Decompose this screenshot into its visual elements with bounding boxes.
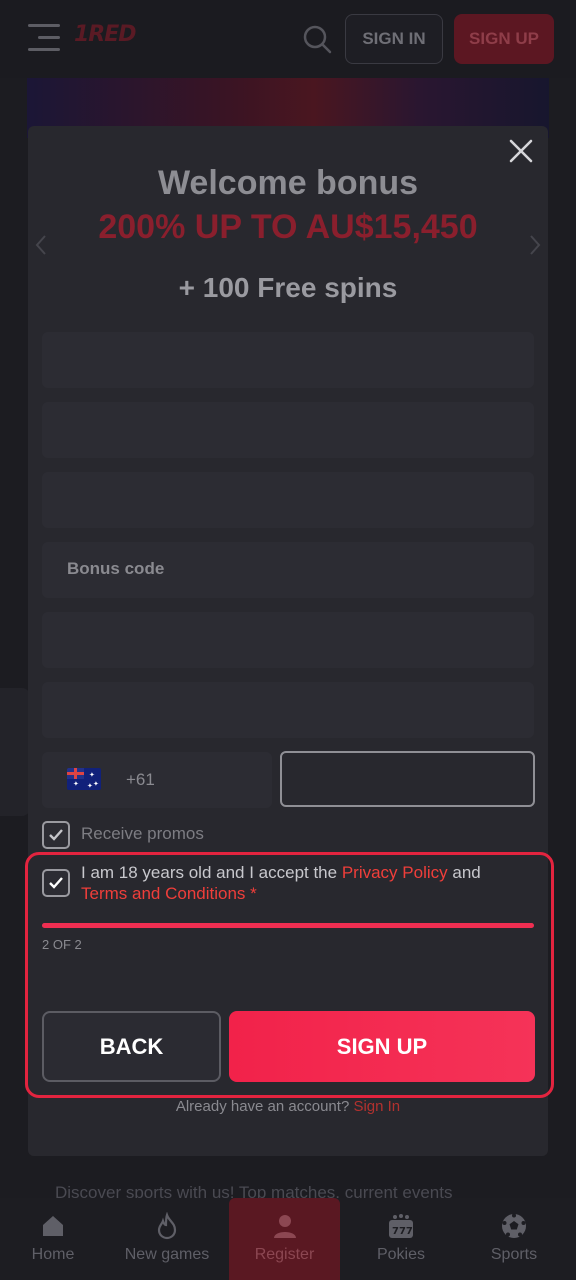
- form-field[interactable]: [42, 332, 534, 388]
- nav-new-games[interactable]: New games: [112, 1198, 222, 1280]
- top-bar: 1RED SIGN IN SIGN UP: [0, 0, 576, 78]
- phone-input[interactable]: [280, 751, 535, 807]
- australia-flag-icon: ✦ ✦ ✦ ✦: [67, 768, 101, 790]
- flame-icon: [157, 1212, 177, 1240]
- country-code-select[interactable]: ✦ ✦ ✦ ✦ +61: [42, 752, 272, 808]
- bonus-offer: 200% UP TO AU$15,450: [98, 208, 478, 246]
- nav-label: New games: [124, 1246, 210, 1263]
- progress-fill: [42, 923, 534, 928]
- form-field[interactable]: [42, 682, 534, 738]
- checkmark-icon: [49, 877, 63, 889]
- bonus-code-label: Bonus code: [67, 559, 165, 578]
- nav-label: Sports: [490, 1246, 538, 1263]
- privacy-policy-link[interactable]: Privacy Policy: [342, 863, 448, 882]
- soccer-ball-icon: [502, 1213, 526, 1238]
- nav-label: Pokies: [376, 1246, 426, 1263]
- dial-code: +61: [126, 770, 155, 789]
- nav-sports[interactable]: Sports: [470, 1198, 558, 1280]
- menu-icon[interactable]: [28, 24, 60, 52]
- checkmark-icon: [49, 829, 63, 841]
- signin-prompt-text: Already have an account?: [175, 1098, 354, 1115]
- back-button[interactable]: BACK: [42, 1011, 221, 1082]
- terms-checkbox[interactable]: [42, 869, 70, 897]
- chevron-left-icon[interactable]: [34, 234, 48, 256]
- modal-title: Welcome bonus: [157, 164, 419, 202]
- terms-and: and: [447, 863, 481, 882]
- nav-label: Register: [254, 1246, 315, 1263]
- signin-link[interactable]: Sign In: [353, 1098, 400, 1115]
- progress-bar: [42, 923, 534, 928]
- chevron-right-icon[interactable]: [528, 234, 542, 256]
- logo[interactable]: 1RED: [74, 22, 137, 47]
- svg-text:777: 777: [392, 1226, 413, 1237]
- nav-label: Home: [31, 1246, 75, 1263]
- terms-text: I am 18 years old and I accept the Priva…: [81, 862, 531, 904]
- bonus-code-input[interactable]: Bonus code: [42, 542, 534, 598]
- search-icon[interactable]: [302, 24, 332, 54]
- page: 1RED SIGN IN SIGN UP Welcome bonus 200% …: [0, 0, 576, 1280]
- promos-label: Receive promos: [81, 824, 204, 843]
- terms-prefix: I am 18 years old and I accept the: [81, 863, 342, 882]
- required-mark: *: [245, 884, 257, 903]
- user-icon: [273, 1215, 296, 1238]
- header-signup-button[interactable]: SIGN UP: [454, 14, 554, 64]
- home-icon: [43, 1216, 63, 1236]
- step-indicator: 2 OF 2: [42, 937, 82, 952]
- nav-register[interactable]: Register: [229, 1198, 340, 1280]
- slot-machine-icon: 777: [389, 1214, 413, 1238]
- side-tab: [0, 688, 30, 816]
- signin-prompt: Already have an account? Sign In: [0, 1098, 576, 1115]
- close-icon[interactable]: [506, 136, 536, 166]
- form-field[interactable]: [42, 472, 534, 528]
- header-signin-button[interactable]: SIGN IN: [345, 14, 443, 64]
- terms-conditions-link[interactable]: Terms and Conditions: [81, 884, 245, 903]
- bottom-nav: Home New games Register 777 Pokies Sport…: [0, 1198, 576, 1280]
- form-field[interactable]: [42, 402, 534, 458]
- signup-button[interactable]: SIGN UP: [229, 1011, 535, 1082]
- nav-home[interactable]: Home: [10, 1198, 96, 1280]
- free-spins: + 100 Free spins: [178, 272, 398, 303]
- form-field[interactable]: [42, 612, 534, 668]
- promos-checkbox[interactable]: [42, 821, 70, 849]
- nav-pokies[interactable]: 777 Pokies: [356, 1198, 446, 1280]
